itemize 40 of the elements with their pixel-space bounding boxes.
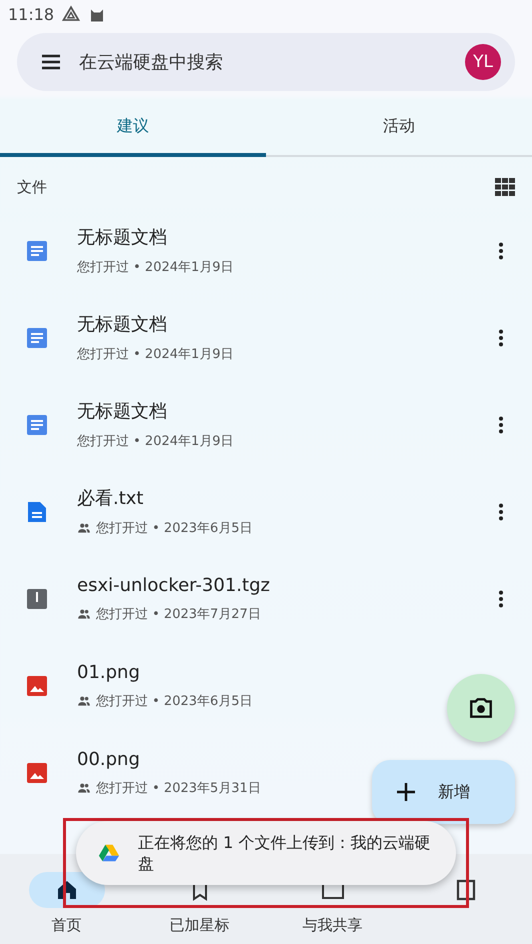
search-placeholder: 在云端硬盘中搜索 (79, 51, 224, 74)
file-name: 无标题文档 (77, 226, 168, 249)
new-button[interactable]: 新增 (372, 760, 515, 824)
file-details: 您打开过 • 2023年6月5日 (96, 520, 253, 537)
section-title: 文件 (17, 178, 47, 196)
file-name: 01.png (77, 662, 141, 682)
people-icon (77, 606, 91, 620)
triangle-icon (62, 5, 80, 23)
triangle-logo-icon (98, 842, 120, 864)
file-details: 您打开过 • 2024年1月9日 (77, 346, 234, 363)
people-icon (77, 694, 91, 708)
file-details: 您打开过 • 2024年1月9日 (77, 259, 234, 276)
plus-icon (394, 780, 418, 804)
grid-view-icon[interactable] (493, 175, 517, 199)
file-name: 00.png (77, 748, 141, 770)
document-icon (25, 326, 49, 350)
camera-icon (468, 695, 494, 721)
file-icon (25, 500, 49, 524)
avatar[interactable]: YL (465, 44, 501, 80)
document-icon (25, 412, 49, 436)
tab[interactable]: 建议 (0, 99, 266, 157)
file-name: esxi-unlocker-301.tgz (77, 574, 271, 596)
file-name: 无标题文档 (77, 400, 168, 423)
file-details: 您打开过 • 2023年7月27日 (96, 606, 261, 622)
file-name: 无标题文档 (77, 313, 168, 336)
people-icon (77, 521, 91, 535)
camera-button[interactable] (447, 674, 515, 742)
file-details: 您打开过 • 2024年1月9日 (77, 433, 234, 450)
tab[interactable]: 活动 (266, 99, 532, 157)
image-icon (25, 760, 49, 784)
status-time: 11:18 (8, 4, 54, 24)
zip-file-icon (25, 586, 49, 610)
search-bar[interactable]: 在云端硬盘中搜索 YL (17, 33, 515, 91)
people-icon (77, 780, 91, 794)
document-icon (25, 238, 49, 262)
file-details: 您打开过 • 2023年6月5日 (96, 692, 253, 710)
file-name: 必看.txt (77, 487, 144, 510)
image-icon (25, 674, 49, 698)
file-details: 您打开过 • 2023年5月31日 (96, 780, 261, 796)
toast-message: 正在将您的 1 个文件上传到：我的云端硬盘 (138, 832, 432, 874)
